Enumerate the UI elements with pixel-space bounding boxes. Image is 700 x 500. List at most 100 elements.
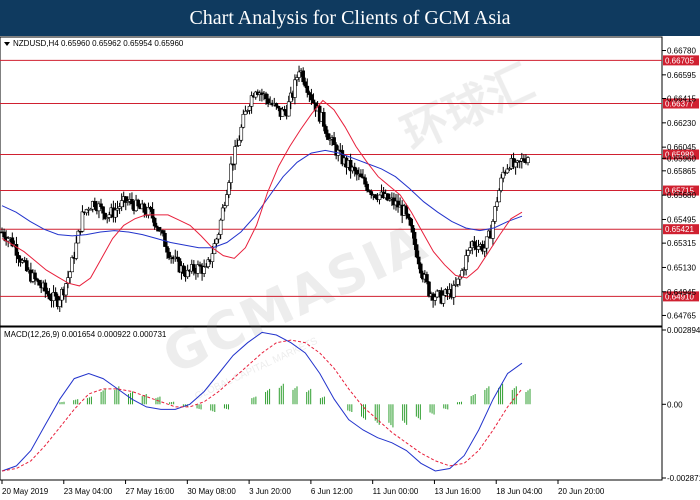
candle-body xyxy=(181,265,186,274)
candle-body xyxy=(136,199,140,207)
price-tick-label: 0.65680 xyxy=(667,191,696,200)
candle-body xyxy=(460,270,464,278)
macd-panel: 0.002894 0.00 -0.002871 xyxy=(1,326,700,483)
price-tick-label: 0.66595 xyxy=(667,71,696,80)
candle-body xyxy=(241,114,246,128)
price-tick-label: 0.66230 xyxy=(667,119,696,128)
candle-body xyxy=(365,183,369,191)
candle-body xyxy=(359,173,363,178)
candle-body xyxy=(311,99,316,104)
level-label: 0.66705 xyxy=(665,56,694,65)
candle-body xyxy=(93,201,97,208)
candle-body xyxy=(425,274,429,283)
macd-tick-label: 0.002894 xyxy=(667,326,700,335)
candle-body xyxy=(214,238,219,244)
candle-body xyxy=(99,203,103,208)
candle-body xyxy=(472,241,477,247)
price-tick-label: 0.66415 xyxy=(667,95,696,104)
candle-body xyxy=(80,211,85,232)
candle-body xyxy=(33,272,37,280)
candle-body xyxy=(24,260,29,272)
candle-body xyxy=(404,205,409,215)
candle-body xyxy=(293,79,297,98)
candle-body xyxy=(216,234,221,240)
candle-body xyxy=(493,206,497,222)
candle-body xyxy=(414,244,419,258)
candle-body xyxy=(220,207,225,221)
candle-body xyxy=(264,93,268,100)
time-tick-label: 3 Jun 20:00 xyxy=(249,487,291,496)
candle-body xyxy=(522,158,526,162)
candle-body xyxy=(326,133,330,140)
time-tick-label: 20 Jun 20:00 xyxy=(558,487,605,496)
price-tick-label: 0.65960 xyxy=(667,154,696,163)
watermark-text: GCMASIA xyxy=(154,212,437,386)
candle-body xyxy=(324,126,328,134)
candle-body xyxy=(150,208,155,219)
candle-body xyxy=(408,217,413,226)
candle-body xyxy=(307,92,312,95)
candle-body xyxy=(286,101,291,117)
candle-body xyxy=(297,71,301,78)
candle-body xyxy=(45,290,50,295)
price-tick-label: 0.66045 xyxy=(667,143,696,152)
candle-body xyxy=(101,206,105,214)
candle-body xyxy=(377,194,382,200)
watermark: GCMASIA 环球汇 GLOBAL CAPITAL MARKETS xyxy=(154,54,541,402)
candle-body xyxy=(513,162,518,168)
candle-body xyxy=(130,199,134,205)
candle-body xyxy=(107,214,112,218)
candle-body xyxy=(218,219,223,235)
candle-body xyxy=(163,232,167,247)
candle-body xyxy=(237,139,242,146)
candle-body xyxy=(119,200,124,208)
candle-body xyxy=(491,221,495,239)
macd-header: MACD(12,26,9) 0.001654 0.000922 0.000731 xyxy=(4,330,167,339)
candle-body xyxy=(406,213,411,219)
time-tick-label: 18 Jun 04:00 xyxy=(496,487,543,496)
price-tick-label: 0.64765 xyxy=(667,311,696,320)
time-tick-label: 23 May 04:00 xyxy=(64,487,113,496)
candle-body xyxy=(418,263,423,274)
candle-body xyxy=(484,236,489,249)
candle-body xyxy=(458,276,462,280)
price-tick-label: 0.65495 xyxy=(667,215,696,224)
price-tick-label: 0.64945 xyxy=(667,288,696,297)
candle-body xyxy=(43,282,48,292)
candle-body xyxy=(363,177,367,185)
candle-body xyxy=(468,247,473,251)
candle-body xyxy=(497,190,501,203)
time-tick-label: 20 May 2019 xyxy=(2,487,49,496)
candle-body xyxy=(466,250,470,256)
price-tick-label: 0.65865 xyxy=(667,167,696,176)
candle-body xyxy=(247,106,252,111)
candle-body xyxy=(369,191,374,196)
candle-body xyxy=(192,264,196,272)
candle-body xyxy=(161,230,165,234)
chart-title-banner: Chart Analysis for Clients of GCM Asia xyxy=(0,0,700,36)
candle-body xyxy=(2,231,6,238)
time-tick-label: 13 Jun 16:00 xyxy=(434,487,481,496)
candle-body xyxy=(239,126,244,141)
macd-tick-label: -0.002871 xyxy=(667,474,700,483)
candle-body xyxy=(303,81,308,87)
candle-body xyxy=(332,137,336,146)
candle-body xyxy=(435,290,440,298)
candle-body xyxy=(57,299,62,307)
dropdown-triangle-icon[interactable] xyxy=(4,42,10,46)
candle-body xyxy=(416,256,421,265)
candle-body xyxy=(64,283,68,296)
price-tick-label: 0.65130 xyxy=(667,263,696,272)
candle-body xyxy=(441,295,446,304)
candle-body xyxy=(16,255,21,260)
macd-tick-label: 0.00 xyxy=(667,400,683,409)
candle-body xyxy=(354,169,359,175)
candle-body xyxy=(225,194,229,206)
candle-body xyxy=(295,77,299,81)
candle-body xyxy=(482,247,487,252)
candle-body xyxy=(309,94,314,101)
price-tick-label: 0.66780 xyxy=(667,47,696,56)
candle-body xyxy=(113,209,118,218)
candle-body xyxy=(373,194,378,198)
time-tick-label: 6 Jun 12:00 xyxy=(311,487,353,496)
